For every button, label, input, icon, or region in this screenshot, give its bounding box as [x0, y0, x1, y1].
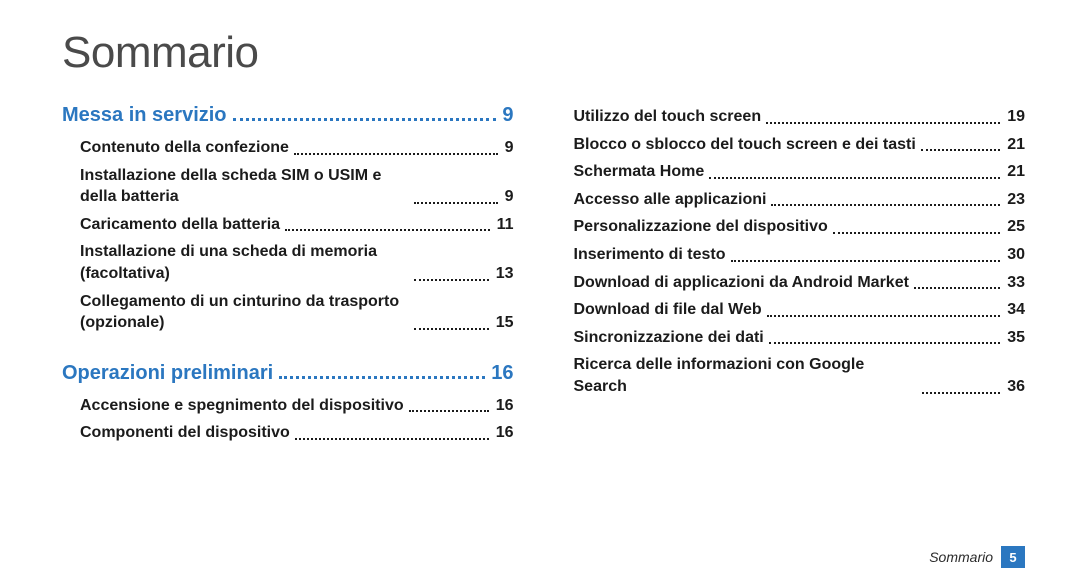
toc-entry[interactable]: Download di applicazioni da Android Mark…	[574, 272, 1026, 294]
entry-label: Accesso alle applicazioni	[574, 189, 767, 211]
leader-dots	[295, 438, 489, 440]
toc-entry[interactable]: Installazione di una scheda di memoria (…	[80, 241, 514, 284]
entry-label: Accensione e spegnimento del dispositivo	[80, 395, 404, 417]
entry-page: 30	[1005, 244, 1025, 266]
entry-label: Utilizzo del touch screen	[574, 106, 762, 128]
entry-page: 16	[494, 422, 514, 444]
footer-page-number: 5	[1001, 546, 1025, 568]
toc-entry[interactable]: Personalizzazione del dispositivo 25	[574, 216, 1026, 238]
leader-dots	[769, 342, 1000, 344]
entry-label: Download di applicazioni da Android Mark…	[574, 272, 909, 294]
leader-dots	[833, 232, 1000, 234]
toc-left-column: Messa in servizio 9 Contenuto della conf…	[62, 100, 514, 450]
leader-dots	[409, 410, 489, 412]
section-heading-messa-in-servizio[interactable]: Messa in servizio 9	[62, 104, 514, 127]
entry-label: Installazione della scheda SIM o USIM e …	[80, 165, 409, 208]
entry-label: Download di file dal Web	[574, 299, 762, 321]
toc-entry[interactable]: Accesso alle applicazioni 23	[574, 189, 1026, 211]
page-footer: Sommario 5	[929, 546, 1025, 568]
leader-dots	[771, 204, 1000, 206]
entry-label: Componenti del dispositivo	[80, 422, 290, 444]
section-label: Operazioni preliminari	[62, 362, 273, 385]
leader-dots	[767, 315, 1001, 317]
entry-label: Caricamento della batteria	[80, 214, 280, 236]
toc-columns: Messa in servizio 9 Contenuto della conf…	[62, 100, 1025, 450]
leader-dots	[709, 177, 1000, 179]
leader-dots	[414, 279, 488, 281]
toc-entry[interactable]: Componenti del dispositivo 16	[80, 422, 514, 444]
section-page: 9	[502, 104, 513, 127]
entry-page: 34	[1005, 299, 1025, 321]
entry-page: 33	[1005, 272, 1025, 294]
entry-page: 16	[494, 395, 514, 417]
entry-label: Schermata Home	[574, 161, 705, 183]
entry-page: 15	[494, 312, 514, 334]
leader-dots	[731, 260, 1001, 262]
entry-page: 21	[1005, 161, 1025, 183]
entry-label: Inserimento di testo	[574, 244, 726, 266]
toc-right-column: Utilizzo del touch screen 19 Blocco o sb…	[574, 100, 1026, 450]
page-title: Sommario	[62, 28, 1025, 78]
leader-dots	[921, 149, 1000, 151]
toc-entry[interactable]: Blocco o sblocco del touch screen e dei …	[574, 134, 1026, 156]
entry-page: 9	[503, 186, 514, 208]
leader-dots	[414, 202, 497, 204]
toc-entry[interactable]: Schermata Home 21	[574, 161, 1026, 183]
entry-page: 11	[495, 214, 514, 236]
leader-dots	[285, 229, 490, 231]
entry-page: 19	[1005, 106, 1025, 128]
leader-dots	[279, 376, 485, 379]
toc-entry[interactable]: Caricamento della batteria 11	[80, 214, 514, 236]
toc-entry[interactable]: Collegamento di un cinturino da trasport…	[80, 291, 514, 334]
leader-dots	[914, 287, 1000, 289]
entry-label: Collegamento di un cinturino da trasport…	[80, 291, 409, 334]
footer-label: Sommario	[929, 549, 993, 565]
entry-page: 13	[494, 263, 514, 285]
entry-page: 9	[503, 137, 514, 159]
toc-entry[interactable]: Contenuto della confezione 9	[80, 137, 514, 159]
section-label: Messa in servizio	[62, 104, 227, 127]
toc-entry[interactable]: Installazione della scheda SIM o USIM e …	[80, 165, 514, 208]
entry-page: 36	[1005, 376, 1025, 398]
toc-entry[interactable]: Inserimento di testo 30	[574, 244, 1026, 266]
entry-page: 25	[1005, 216, 1025, 238]
entry-label: Ricerca delle informazioni con Google Se…	[574, 354, 917, 397]
toc-entry[interactable]: Download di file dal Web 34	[574, 299, 1026, 321]
leader-dots	[766, 122, 1000, 124]
entry-label: Contenuto della confezione	[80, 137, 289, 159]
toc-entry[interactable]: Accensione e spegnimento del dispositivo…	[80, 395, 514, 417]
section-page: 16	[491, 362, 513, 385]
leader-dots	[233, 118, 497, 121]
leader-dots	[414, 328, 488, 330]
toc-entry[interactable]: Ricerca delle informazioni con Google Se…	[574, 354, 1026, 397]
toc-entry[interactable]: Utilizzo del touch screen 19	[574, 106, 1026, 128]
entry-page: 35	[1005, 327, 1025, 349]
leader-dots	[294, 153, 498, 155]
entry-page: 21	[1005, 134, 1025, 156]
toc-entry[interactable]: Sincronizzazione dei dati 35	[574, 327, 1026, 349]
entry-label: Blocco o sblocco del touch screen e dei …	[574, 134, 916, 156]
entry-page: 23	[1005, 189, 1025, 211]
leader-dots	[922, 392, 1001, 394]
entry-label: Sincronizzazione dei dati	[574, 327, 764, 349]
entry-label: Personalizzazione del dispositivo	[574, 216, 828, 238]
entry-label: Installazione di una scheda di memoria (…	[80, 241, 409, 284]
section-heading-operazioni-preliminari[interactable]: Operazioni preliminari 16	[62, 362, 514, 385]
